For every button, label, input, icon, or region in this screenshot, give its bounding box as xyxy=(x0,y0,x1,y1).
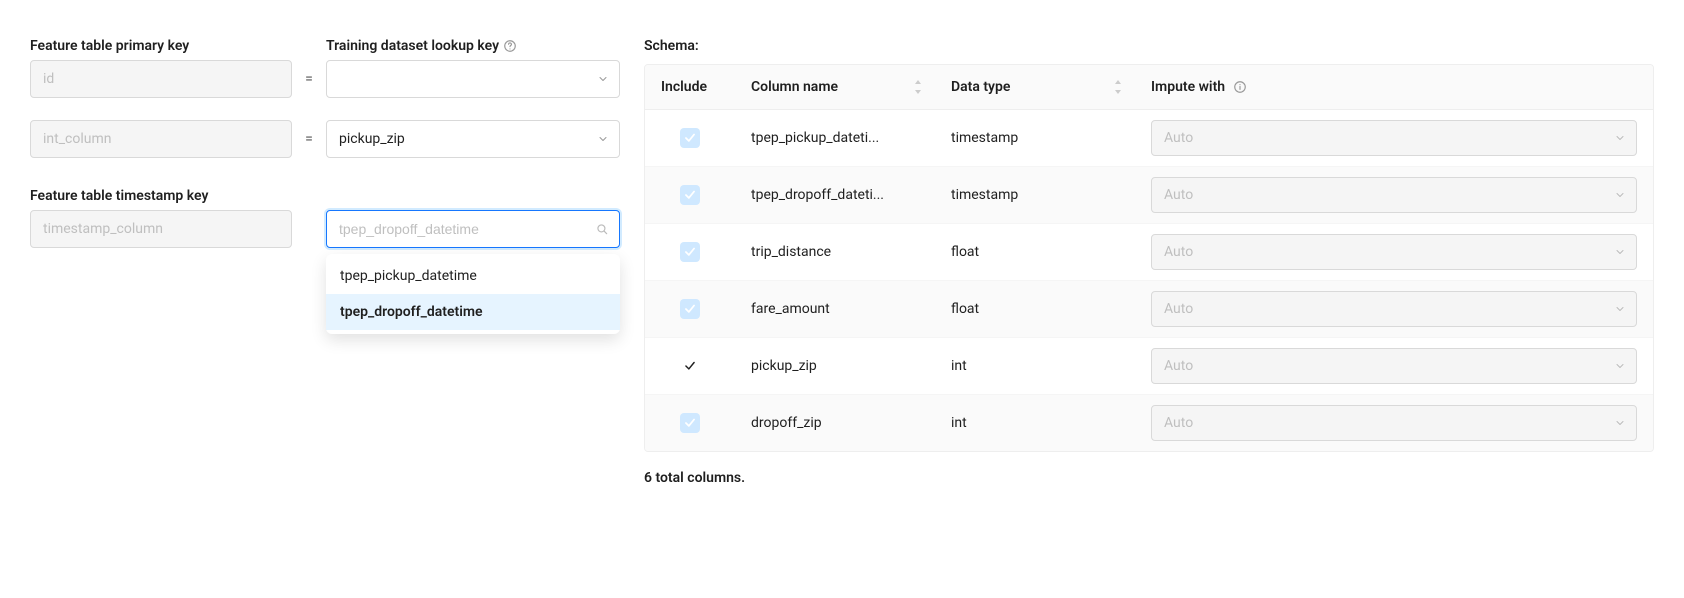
impute-select-value: Auto xyxy=(1164,301,1193,317)
chevron-down-icon xyxy=(1614,189,1626,201)
include-cell xyxy=(645,338,735,395)
equals-sign: = xyxy=(302,131,316,147)
key-row-1: id = xyxy=(30,60,620,98)
dropdown-option[interactable]: tpep_pickup_datetime xyxy=(326,258,620,294)
timestamp-key-label: Feature table timestamp key xyxy=(30,188,292,204)
equals-sign: = xyxy=(302,71,316,87)
data-type-cell: int xyxy=(935,395,1135,451)
table-row: fare_amountfloat Auto xyxy=(645,281,1653,338)
table-row: trip_distancefloat Auto xyxy=(645,224,1653,281)
timestamp-label-row: Feature table timestamp key xyxy=(30,188,620,204)
header-column-name[interactable]: Column name xyxy=(735,65,935,110)
primary-key-input-2: int_column xyxy=(30,120,292,158)
schema-header-row: Include Column name Data type Impute wit… xyxy=(645,65,1653,110)
chevron-down-icon xyxy=(1614,417,1626,429)
chevron-down-icon xyxy=(1614,246,1626,258)
impute-cell: Auto xyxy=(1135,167,1653,224)
chevron-down-icon xyxy=(597,73,609,85)
column-name-cell: tpep_pickup_dateti... xyxy=(735,110,935,167)
impute-cell: Auto xyxy=(1135,281,1653,338)
checkmark-icon[interactable] xyxy=(680,356,700,376)
checkbox-disabled-icon xyxy=(680,299,700,319)
column-name-cell: pickup_zip xyxy=(735,338,935,395)
data-type-cell: timestamp xyxy=(935,167,1135,224)
impute-select-value: Auto xyxy=(1164,130,1193,146)
data-type-cell: float xyxy=(935,281,1135,338)
schema-footer: 6 total columns. xyxy=(644,470,1654,486)
impute-select-value: Auto xyxy=(1164,415,1193,431)
data-type-cell: int xyxy=(935,338,1135,395)
table-row: tpep_pickup_dateti...timestamp Auto xyxy=(645,110,1653,167)
chevron-down-icon xyxy=(1614,132,1626,144)
column-name-cell: dropoff_zip xyxy=(735,395,935,451)
help-icon[interactable] xyxy=(503,39,517,53)
impute-cell: Auto xyxy=(1135,395,1653,451)
search-icon xyxy=(595,222,609,236)
table-row: dropoff_zipint Auto xyxy=(645,395,1653,451)
include-cell xyxy=(645,167,735,224)
key-labels-row: Feature table primary key Training datas… xyxy=(30,38,620,54)
primary-key-input-1: id xyxy=(30,60,292,98)
key-row-2: int_column = pickup_zip xyxy=(30,120,620,158)
header-data-type[interactable]: Data type xyxy=(935,65,1135,110)
checkbox-disabled-icon xyxy=(680,185,700,205)
header-include: Include xyxy=(645,65,735,110)
include-cell xyxy=(645,281,735,338)
timestamp-search-input[interactable] xyxy=(339,221,587,237)
info-icon[interactable] xyxy=(1233,80,1247,94)
include-cell xyxy=(645,110,735,167)
impute-select-value: Auto xyxy=(1164,358,1193,374)
chevron-down-icon xyxy=(1614,360,1626,372)
impute-select[interactable]: Auto xyxy=(1151,234,1637,270)
checkbox-disabled-icon xyxy=(680,128,700,148)
dropdown-option[interactable]: tpep_dropoff_datetime xyxy=(326,294,620,330)
impute-select-value: Auto xyxy=(1164,244,1193,260)
table-row: pickup_zipint Auto xyxy=(645,338,1653,395)
data-type-cell: timestamp xyxy=(935,110,1135,167)
impute-select[interactable]: Auto xyxy=(1151,120,1637,156)
schema-table: Include Column name Data type Impute wit… xyxy=(644,64,1654,452)
key-mapping-form: Feature table primary key Training datas… xyxy=(30,38,620,568)
lookup-key-label: Training dataset lookup key xyxy=(326,38,620,54)
impute-select[interactable]: Auto xyxy=(1151,405,1637,441)
schema-section: Schema: Include Column name Data type xyxy=(644,38,1654,568)
include-cell xyxy=(645,224,735,281)
impute-cell: Auto xyxy=(1135,110,1653,167)
impute-select[interactable]: Auto xyxy=(1151,291,1637,327)
impute-select-value: Auto xyxy=(1164,187,1193,203)
sort-icon xyxy=(913,80,923,94)
impute-select[interactable]: Auto xyxy=(1151,177,1637,213)
checkbox-disabled-icon xyxy=(680,413,700,433)
column-name-cell: trip_distance xyxy=(735,224,935,281)
timestamp-dropdown-panel: tpep_pickup_datetimetpep_dropoff_datetim… xyxy=(326,254,620,334)
column-name-cell: fare_amount xyxy=(735,281,935,338)
include-cell xyxy=(645,395,735,451)
primary-key-label: Feature table primary key xyxy=(30,38,292,54)
table-row: tpep_dropoff_dateti...timestamp Auto xyxy=(645,167,1653,224)
chevron-down-icon xyxy=(1614,303,1626,315)
sort-icon xyxy=(1113,80,1123,94)
chevron-down-icon xyxy=(597,133,609,145)
impute-cell: Auto xyxy=(1135,338,1653,395)
schema-heading: Schema: xyxy=(644,38,1654,54)
column-name-cell: tpep_dropoff_dateti... xyxy=(735,167,935,224)
timestamp-lookup-combobox[interactable] xyxy=(326,210,620,248)
timestamp-key-input: timestamp_column xyxy=(30,210,292,248)
checkbox-disabled-icon xyxy=(680,242,700,262)
impute-cell: Auto xyxy=(1135,224,1653,281)
lookup-key-select-2[interactable]: pickup_zip xyxy=(326,120,620,158)
data-type-cell: float xyxy=(935,224,1135,281)
impute-select[interactable]: Auto xyxy=(1151,348,1637,384)
header-impute: Impute with xyxy=(1135,65,1653,110)
timestamp-row: timestamp_column tpep_pickup_datetimetpe… xyxy=(30,210,620,248)
lookup-key-select-1[interactable] xyxy=(326,60,620,98)
